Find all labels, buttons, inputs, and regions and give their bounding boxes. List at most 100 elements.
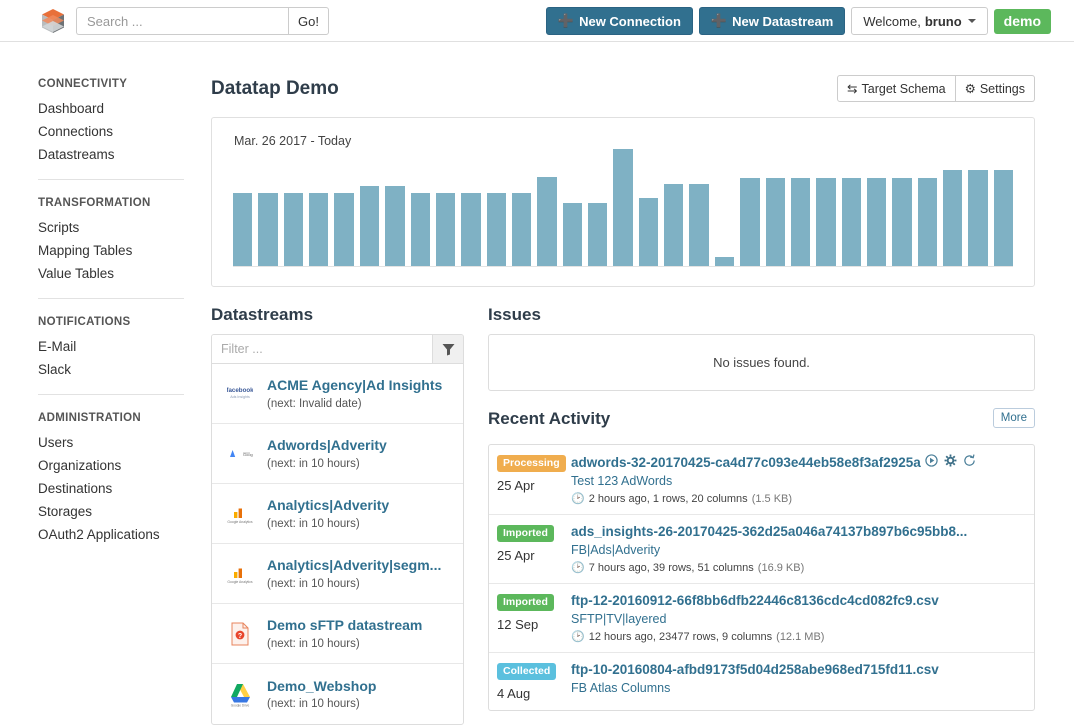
search-input[interactable] [76, 7, 288, 35]
chart-bar[interactable] [435, 193, 456, 266]
activity-row[interactable]: Collected 4 Aug ftp-10-20160804-afbd9173f5… [489, 653, 1034, 710]
chart-bar[interactable] [410, 193, 430, 266]
datastream-name[interactable]: Adwords|Adverity [267, 437, 387, 454]
cube-logo-icon[interactable] [38, 6, 68, 36]
sidebar-divider [38, 298, 184, 299]
chart-bar[interactable] [841, 178, 861, 266]
status-badge: Collected [497, 663, 557, 680]
activity-source[interactable]: FB Atlas Columns [571, 681, 1026, 695]
activity-title[interactable]: ftp-10-20160804-afbd9173f5d04d258abe968e… [571, 662, 1026, 677]
gear-icon[interactable] [944, 454, 957, 470]
chart-bar[interactable] [511, 193, 532, 266]
activity-row[interactable]: Imported 12 Sep ftp-12-20160912-66f8bb6dfb… [489, 584, 1034, 653]
funnel-icon[interactable] [432, 335, 463, 363]
sidebar-item-scripts[interactable]: Scripts [38, 216, 184, 239]
datastreams-filter-input[interactable] [212, 335, 432, 363]
datastream-name[interactable]: Demo sFTP datastream [267, 617, 422, 634]
sidebar-item-value-tables[interactable]: Value Tables [38, 262, 184, 285]
more-button[interactable]: More [992, 408, 1035, 428]
activity-row[interactable]: Imported 25 Apr ads_insights-26-20170425-3… [489, 515, 1034, 584]
chart-bar[interactable] [309, 193, 329, 266]
chart-bar[interactable] [917, 178, 938, 266]
chart-bar[interactable] [892, 178, 912, 266]
activity-source[interactable]: Test 123 AdWords [571, 474, 1026, 488]
chart-date-range: Mar. 26 2017 - Today [234, 134, 352, 148]
sidebar-item-e-mail[interactable]: E-Mail [38, 335, 184, 358]
recent-activity-panel: Processing 25 Apr adwords-32-20170425-ca4d… [488, 444, 1035, 711]
chart-bar[interactable] [588, 202, 608, 266]
activity-title-text: adwords-32-20170425-ca4d77c093e44eb58e8f… [571, 454, 921, 470]
chart-bar[interactable] [664, 184, 684, 266]
activity-source[interactable]: FB|Ads|Adverity [571, 543, 1026, 557]
sidebar-item-destinations[interactable]: Destinations [38, 477, 184, 500]
datastream-list-item[interactable]: Google Analytics Analytics|Adverity|segm.… [212, 544, 463, 604]
chart-bar[interactable] [968, 170, 988, 266]
activity-size-text: (16.9 KB) [757, 561, 805, 574]
top-navigation-bar: Go! ➕ New Connection ➕ New Datastream We… [0, 0, 1074, 42]
sidebar-item-users[interactable]: Users [38, 431, 184, 454]
new-datastream-button[interactable]: ➕ New Datastream [698, 7, 846, 35]
chart-bar[interactable] [461, 193, 481, 266]
clock-circle-icon[interactable] [925, 454, 938, 470]
chart-bar[interactable] [765, 178, 785, 266]
chart-bar[interactable] [638, 198, 659, 266]
chart-bar[interactable] [258, 193, 278, 266]
datastream-name[interactable]: Analytics|Adverity [267, 497, 389, 514]
chart-bar[interactable] [816, 178, 836, 266]
user-menu-button[interactable]: Welcome, bruno [851, 7, 988, 35]
go-button[interactable]: Go! [288, 7, 329, 35]
sidebar-item-connections[interactable]: Connections [38, 120, 184, 143]
chart-bar[interactable] [562, 202, 583, 266]
sidebar-item-oauth2-applications[interactable]: OAuth2 Applications [38, 523, 184, 546]
refresh-icon[interactable] [963, 454, 976, 470]
sidebar-divider [38, 179, 184, 180]
activity-title[interactable]: adwords-32-20170425-ca4d77c093e44eb58e8f… [571, 454, 1026, 470]
sidebar-item-datastreams[interactable]: Datastreams [38, 143, 184, 166]
chart-bar[interactable] [283, 193, 304, 266]
chart-bar[interactable] [334, 193, 354, 266]
chart-bar[interactable] [385, 186, 405, 266]
sidebar-item-slack[interactable]: Slack [38, 358, 184, 381]
chart-bar[interactable] [993, 170, 1014, 266]
plus-icon: ➕ [710, 13, 728, 28]
sidebar-item-storages[interactable]: Storages [38, 500, 184, 523]
chart-bar[interactable] [537, 177, 557, 266]
chart-bar[interactable] [714, 256, 735, 266]
target-schema-button[interactable]: ⇆ Target Schema [837, 75, 956, 102]
chart-bar[interactable] [233, 193, 253, 266]
chart-bar[interactable] [866, 178, 887, 266]
chart-bar[interactable] [740, 178, 760, 266]
datastream-list-item[interactable]: Google Drive Demo_Webshop (next: in 10 hou… [212, 664, 463, 724]
new-connection-button[interactable]: ➕ New Connection [545, 7, 693, 35]
datastream-list-item[interactable]: Google Analytics Analytics|Adverity (next:… [212, 484, 463, 544]
chart-bar[interactable] [359, 186, 380, 266]
datastream-name[interactable]: Analytics|Adverity|segm... [267, 557, 441, 574]
sidebar-item-organizations[interactable]: Organizations [38, 454, 184, 477]
chart-bar[interactable] [790, 178, 811, 266]
activity-source[interactable]: SFTP|TV|layered [571, 612, 1026, 626]
activity-title[interactable]: ads_insights-26-20170425-362d25a046a7413… [571, 524, 1026, 539]
chart-bar[interactable] [689, 184, 709, 266]
activity-title[interactable]: ftp-12-20160912-66f8bb6dfb22446c8136cdc4… [571, 593, 1026, 608]
datastream-name[interactable]: Demo_Webshop [267, 678, 376, 695]
organization-badge[interactable]: demo [993, 8, 1051, 34]
datastream-name[interactable]: ACME Agency|Ad Insights [267, 377, 442, 394]
chart-bar[interactable] [943, 170, 963, 266]
svg-text:Ads Insights: Ads Insights [230, 395, 250, 399]
activity-title-text: ftp-10-20160804-afbd9173f5d04d258abe968e… [571, 662, 939, 677]
new-connection-label: New Connection [579, 13, 681, 29]
chart-bar[interactable] [613, 149, 633, 266]
sidebar-item-mapping-tables[interactable]: Mapping Tables [38, 239, 184, 262]
settings-button[interactable]: ⚙ Settings [955, 75, 1035, 102]
chart-bar[interactable] [486, 193, 506, 266]
datastreams-panel: facebookAds Insights ACME Agency|Ad Insig… [211, 334, 464, 725]
sidebar-item-dashboard[interactable]: Dashboard [38, 97, 184, 120]
activity-size-text: (12.1 MB) [776, 630, 825, 643]
activity-date: 12 Sep [497, 616, 539, 632]
activity-row[interactable]: Processing 25 Apr adwords-32-20170425-ca4d… [489, 445, 1034, 515]
datastream-next-run: (next: in 10 hours) [267, 457, 360, 470]
datastream-list-item[interactable]: facebook Ads Insights ACME Agency|Ad Insig… [212, 364, 463, 424]
datastream-list-item[interactable]: Google Adwords|Adverity (next: in 10 hours… [212, 424, 463, 484]
datastream-list-item[interactable]: ? Demo sFTP datastream (next: in 10 hours) [212, 604, 463, 664]
username-label: bruno [924, 13, 962, 29]
